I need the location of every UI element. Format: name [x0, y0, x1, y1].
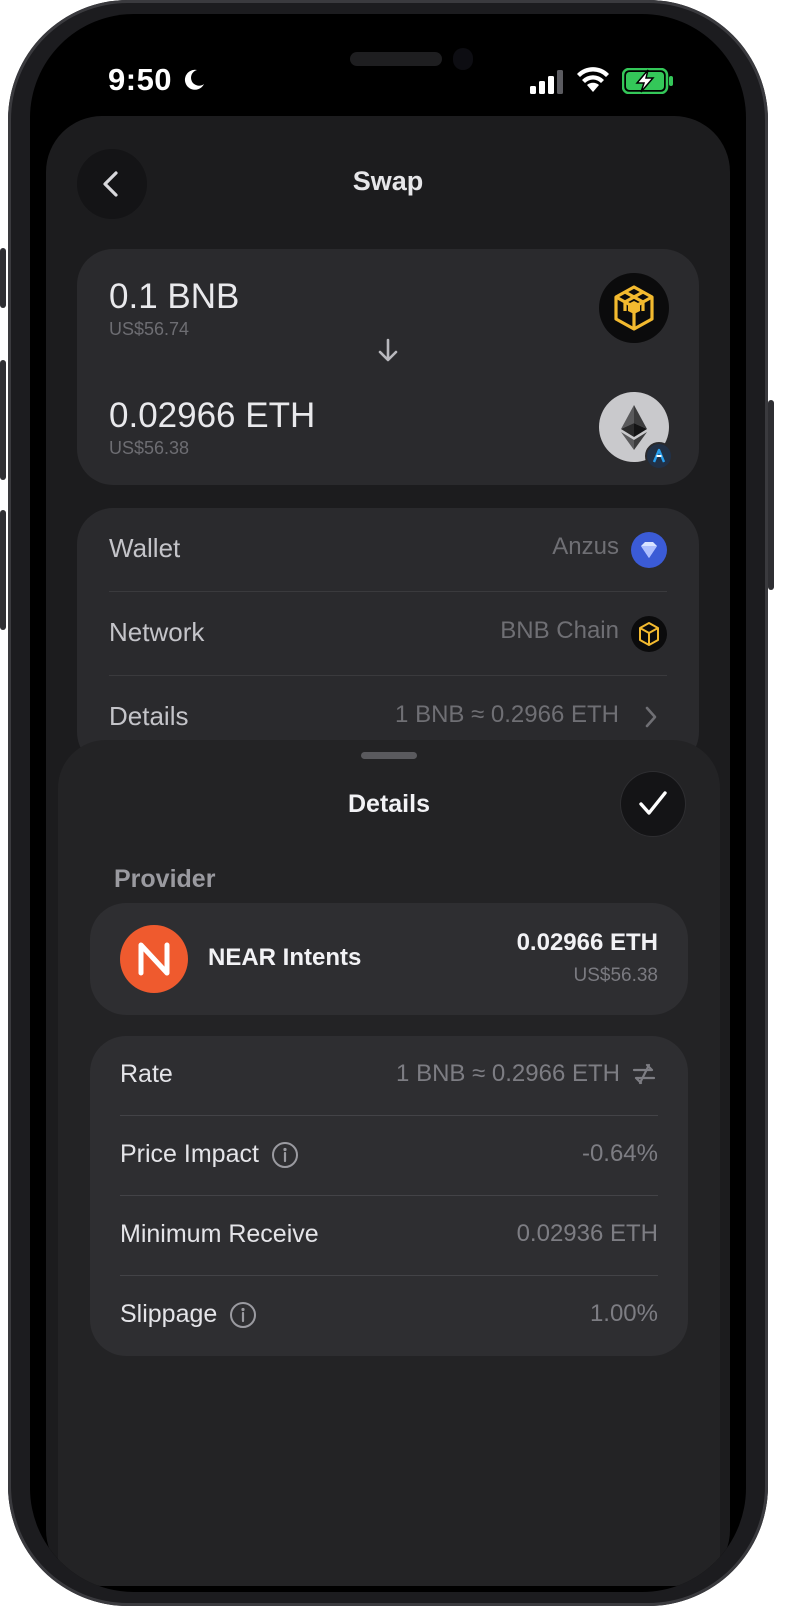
- rate-row: Rate 1 BNB ≈ 0.2966 ETH: [120, 1036, 658, 1116]
- volume-down-button: [0, 510, 6, 630]
- near-logo-icon: [138, 942, 170, 976]
- provider-section-label: Provider: [114, 865, 216, 893]
- swap-screen: Swap 0.1 BNB US$56.74 0.02966 ETH US$56.…: [46, 116, 730, 1586]
- confirm-button[interactable]: [621, 772, 685, 836]
- network-row[interactable]: Network BNB Chain: [109, 592, 667, 676]
- details-rate-value: 1 BNB ≈ 0.2966 ETH: [395, 701, 619, 728]
- arbitrum-badge-icon: [645, 442, 673, 470]
- wallet-label: Wallet: [109, 533, 181, 563]
- arrow-down-icon: [378, 338, 398, 362]
- to-amount: 0.02966 ETH: [109, 396, 316, 435]
- status-bar: 9:50: [30, 14, 746, 114]
- minimum-receive-label: Minimum Receive: [120, 1220, 319, 1248]
- signal-icon: [530, 70, 563, 94]
- page-title: Swap: [352, 166, 424, 196]
- wifi-icon: [577, 67, 609, 92]
- price-impact-row: Price Impact -0.64%: [120, 1116, 658, 1196]
- network-value: BNB Chain: [500, 617, 619, 644]
- battery-charging-icon: [622, 68, 673, 94]
- moon-icon: [184, 69, 204, 90]
- slippage-label: Slippage: [120, 1300, 218, 1328]
- header: Swap: [46, 116, 730, 256]
- to-usd-value: US$56.38: [109, 438, 190, 458]
- screen: 9:50 Swap 0.1 BNB US$56.74 0.02966 ETH U…: [30, 14, 746, 1592]
- bnb-token-icon: [599, 273, 669, 343]
- wallet-value: Anzus: [552, 533, 619, 560]
- provider-name: NEAR Intents: [208, 944, 362, 971]
- status-time: 9:50: [108, 62, 173, 97]
- checkmark-icon: [639, 791, 667, 815]
- info-icon[interactable]: [271, 1141, 299, 1169]
- slippage-value: 1.00%: [589, 1300, 658, 1327]
- from-amount: 0.1 BNB: [109, 277, 240, 316]
- from-usd-value: US$56.74: [109, 319, 190, 339]
- slippage-row: Slippage 1.00%: [120, 1276, 658, 1356]
- minimum-receive-value: 0.02936 ETH: [516, 1220, 658, 1247]
- power-button: [768, 400, 774, 590]
- swap-info-card: Wallet Anzus Network BNB Chain Details 1…: [77, 508, 699, 768]
- speaker-grille: [350, 52, 442, 66]
- swap-details-card: Rate 1 BNB ≈ 0.2966 ETH Price Impact -0.…: [90, 1036, 688, 1356]
- price-impact-label: Price Impact: [120, 1140, 259, 1168]
- rate-label: Rate: [120, 1060, 173, 1088]
- eth-token-icon: [599, 392, 673, 470]
- silent-switch: [0, 248, 6, 308]
- bnb-logo-icon: [614, 285, 654, 331]
- wallet-gem-icon: [631, 532, 667, 568]
- sheet-grabber[interactable]: [361, 752, 417, 759]
- details-label: Details: [109, 701, 189, 731]
- chevron-right-icon: [645, 706, 657, 728]
- provider-usd-value: US$56.38: [573, 965, 658, 986]
- info-icon[interactable]: [229, 1301, 257, 1329]
- phone-frame: 9:50 Swap 0.1 BNB US$56.74 0.02966 ETH U…: [0, 0, 774, 1606]
- rate-value: 1 BNB ≈ 0.2966 ETH: [396, 1060, 620, 1087]
- network-label: Network: [109, 617, 205, 647]
- swap-direction-icon[interactable]: [630, 1060, 658, 1088]
- wallet-row[interactable]: Wallet Anzus: [109, 508, 667, 592]
- near-intents-logo: [120, 925, 188, 993]
- provider-card[interactable]: NEAR Intents 0.02966 ETH US$56.38: [90, 903, 688, 1015]
- minimum-receive-row: Minimum Receive 0.02936 ETH: [120, 1196, 658, 1276]
- swap-summary-card: 0.1 BNB US$56.74 0.02966 ETH US$56.38: [77, 249, 699, 485]
- volume-up-button: [0, 360, 6, 480]
- bnb-chain-icon: [631, 616, 667, 652]
- price-impact-value: -0.64%: [581, 1140, 658, 1167]
- details-bottom-sheet: Details Provider NEAR Intents 0.02966 ET…: [58, 740, 720, 1586]
- front-camera: [453, 48, 473, 70]
- provider-amount: 0.02966 ETH: [516, 929, 658, 956]
